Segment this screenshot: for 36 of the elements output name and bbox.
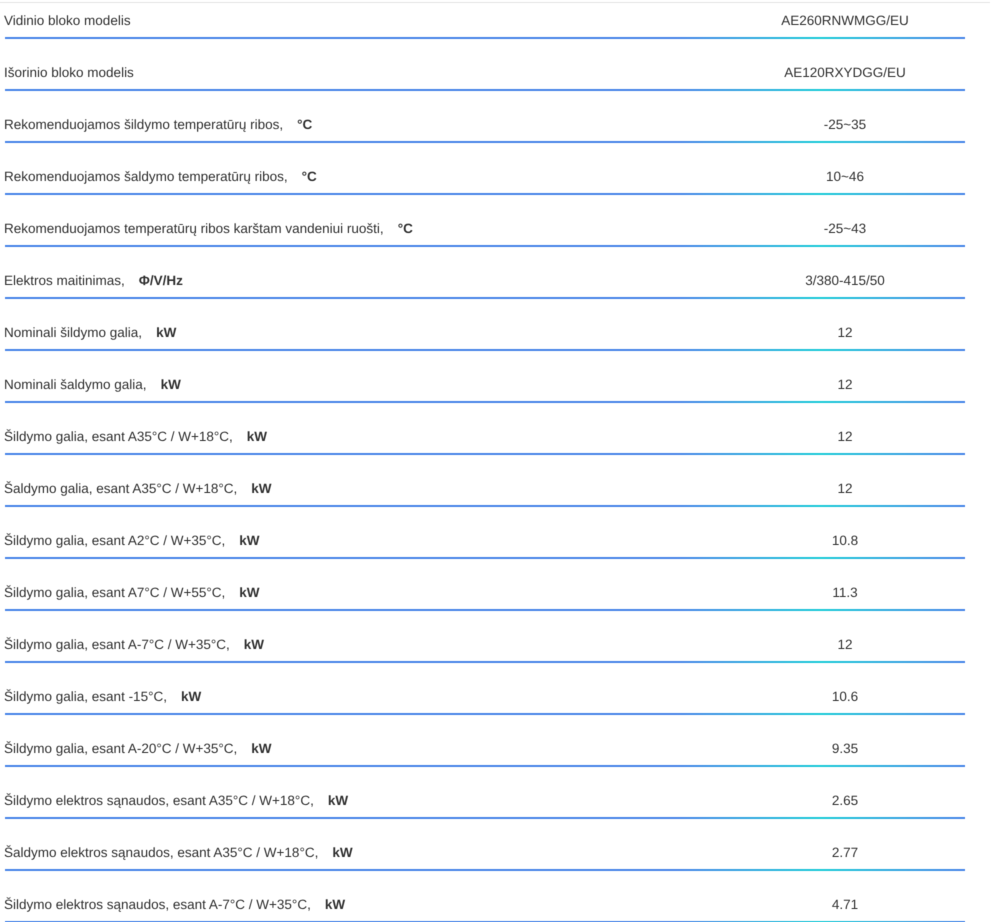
spec-label: Šildymo elektros sąnaudos, esant A35°C / W+18°C, kW <box>3 792 348 810</box>
spec-value: 2.65 <box>830 792 860 810</box>
spec-label: Šildymo galia, esant A35°C / W+18°C, kW <box>3 428 268 446</box>
spec-value: AE120RXYDGG/EU <box>783 64 907 82</box>
spec-value: 12 <box>836 376 854 394</box>
spec-value: 10~46 <box>825 168 865 186</box>
spec-label: Šildymo galia, esant A7°C / W+55°C, kW <box>3 584 260 602</box>
spec-label: Rekomenduojamos šildymo temperatūrų ribos, °C <box>3 116 312 134</box>
spec-value: 11.3 <box>831 584 859 602</box>
spec-value: 4.71 <box>830 896 860 914</box>
spec-label: Šildymo galia, esant -15°C, kW <box>3 688 202 706</box>
spec-value: 12 <box>836 636 854 654</box>
spec-label: Nominali šildymo galia, kW <box>3 324 176 342</box>
spec-value: 2.77 <box>830 844 860 862</box>
spec-value: -25~43 <box>822 220 868 238</box>
spec-label: Šaldymo galia, esant A35°C / W+18°C, kW <box>3 480 272 498</box>
spec-value: 10.8 <box>830 532 860 550</box>
spec-label: Šildymo galia, esant A2°C / W+35°C, kW <box>3 532 260 550</box>
spec-label: Išorinio bloko modelis <box>3 64 134 82</box>
spec-value: 12 <box>836 480 854 498</box>
spec-label: Rekomenduojamos temperatūrų ribos karštam vandeniui ruošti, °C <box>3 220 413 238</box>
spec-value: -25~35 <box>822 116 868 134</box>
spec-label: Nominali šaldymo galia, kW <box>3 376 181 394</box>
spec-value: 12 <box>836 428 854 446</box>
spec-value: 10.6 <box>830 688 860 706</box>
spec-value: 12 <box>836 324 854 342</box>
spec-label: Šildymo galia, esant A-7°C / W+35°C, kW <box>3 636 264 654</box>
spec-label: Rekomenduojamos šaldymo temperatūrų ribos, °C <box>3 168 317 186</box>
spec-label: Šildymo elektros sąnaudos, esant A-7°C / W+35°C, kW <box>3 896 346 914</box>
spec-label: Šaldymo elektros sąnaudos, esant A35°C / W+18°C, kW <box>3 844 353 862</box>
spec-label: Vidinio bloko modelis <box>3 12 131 30</box>
spec-label: Šildymo galia, esant A-20°C / W+35°C, kW <box>3 740 272 758</box>
spec-value: 9.35 <box>830 740 860 758</box>
spec-value: 3/380-415/50 <box>804 272 886 290</box>
spec-value: AE260RNWMGG/EU <box>780 12 910 30</box>
spec-label: Elektros maitinimas, Φ/V/Hz <box>3 272 183 290</box>
